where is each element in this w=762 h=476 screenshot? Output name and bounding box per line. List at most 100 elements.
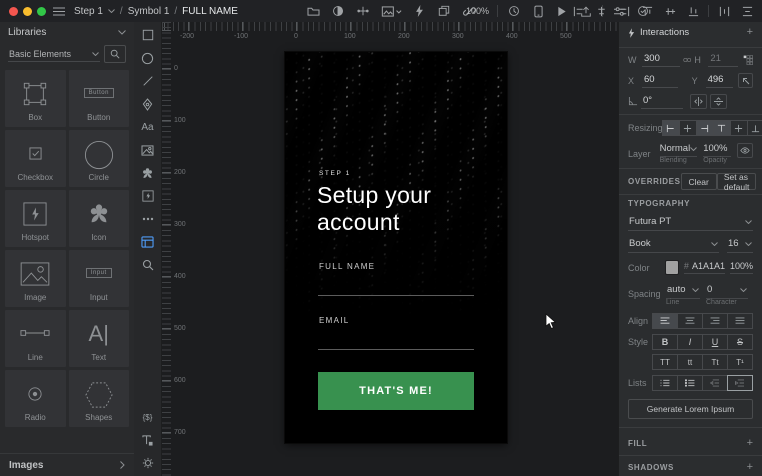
library-item-input[interactable]: Input Input <box>68 250 129 307</box>
rotation-input[interactable]: 0° <box>641 94 683 109</box>
align-right-icon[interactable] <box>616 3 632 19</box>
components-panel-icon[interactable] <box>139 234 157 250</box>
library-item-checkbox[interactable]: Checkbox <box>5 130 66 187</box>
line-spacing-select[interactable]: auto <box>666 282 700 299</box>
font-size-select[interactable]: 16 <box>727 236 753 253</box>
center-vertical-button[interactable] <box>729 120 748 136</box>
pin-top-button[interactable] <box>712 120 731 136</box>
align-top-icon[interactable] <box>639 3 655 19</box>
thats-me-button[interactable]: THAT'S ME! <box>318 372 474 410</box>
icons8-tool-icon[interactable] <box>139 165 157 181</box>
pin-right-button[interactable] <box>695 120 714 136</box>
close-window-button[interactable] <box>9 7 18 16</box>
libraries-header[interactable]: Libraries <box>0 22 134 43</box>
library-item-box[interactable]: Box <box>5 70 66 127</box>
library-item-line[interactable]: Line <box>5 310 66 367</box>
width-input[interactable]: 300 <box>642 52 680 67</box>
opacity-input[interactable]: 100% <box>703 143 731 157</box>
library-search-button[interactable] <box>104 45 126 63</box>
underline-button[interactable]: U <box>702 334 728 350</box>
constrain-proportions-icon[interactable] <box>683 57 692 63</box>
text-align-justify-button[interactable] <box>727 313 753 329</box>
flip-vertical-button[interactable] <box>710 94 727 109</box>
color-hex-input[interactable]: # A1A1A1 <box>683 261 725 274</box>
pin-left-button[interactable] <box>661 120 680 136</box>
align-middle-vertical-icon[interactable] <box>662 3 678 19</box>
design-tokens-icon[interactable]: {$} <box>139 409 157 425</box>
library-item-shapes[interactable]: Shapes <box>68 370 129 427</box>
blending-select[interactable]: Normal <box>659 143 698 157</box>
add-fill-icon[interactable]: + <box>747 438 753 449</box>
superscript-button[interactable]: T¹ <box>727 354 753 370</box>
align-bottom-icon[interactable] <box>685 3 701 19</box>
more-tools-icon[interactable] <box>139 211 157 227</box>
zoom-level[interactable]: 100% <box>466 6 489 16</box>
pin-bottom-button[interactable] <box>746 120 762 136</box>
minimize-window-button[interactable] <box>23 7 32 16</box>
add-shadow-icon[interactable]: + <box>747 462 753 473</box>
italic-button[interactable]: I <box>677 334 703 350</box>
search-tool-icon[interactable] <box>139 257 157 273</box>
image-tool-icon[interactable] <box>139 142 157 158</box>
library-item-radio[interactable]: Radio <box>5 370 66 427</box>
line-tool-icon[interactable] <box>139 73 157 89</box>
snap-crosshair-icon[interactable] <box>355 3 371 19</box>
rectangle-tool-icon[interactable] <box>139 27 157 43</box>
lowercase-button[interactable]: tt <box>677 354 703 370</box>
ellipse-tool-icon[interactable] <box>139 50 157 66</box>
center-horizontal-button[interactable] <box>678 120 697 136</box>
shadows-section-header[interactable]: SHADOWS + <box>619 456 762 476</box>
color-swatch[interactable] <box>664 260 679 275</box>
char-spacing-select[interactable]: 0 <box>706 282 748 299</box>
pen-tool-icon[interactable] <box>139 96 157 112</box>
increase-indent-button[interactable] <box>727 375 753 391</box>
image-fill-icon[interactable] <box>380 3 402 19</box>
anchor-grid-icon[interactable] <box>743 54 753 66</box>
folder-icon[interactable] <box>305 3 321 19</box>
strikethrough-button[interactable]: S <box>727 334 753 350</box>
duplicate-icon[interactable] <box>436 3 452 19</box>
contrast-icon[interactable] <box>330 3 346 19</box>
distribute-horizontal-icon[interactable] <box>716 3 732 19</box>
overrides-set-default-button[interactable]: Set as default <box>716 172 757 192</box>
x-input[interactable]: 60 <box>642 73 678 88</box>
library-item-hotspot[interactable]: Hotspot <box>5 190 66 247</box>
interactions-header[interactable]: Interactions + <box>619 22 762 43</box>
decrease-indent-button[interactable] <box>702 375 728 391</box>
settings-gear-icon[interactable] <box>139 455 157 471</box>
font-family-select[interactable]: Futura PT <box>628 214 753 231</box>
fill-section-header[interactable]: FILL + <box>619 432 762 455</box>
bullet-list-button[interactable] <box>677 375 703 391</box>
play-icon[interactable] <box>554 3 570 19</box>
distribute-vertical-icon[interactable] <box>739 3 755 19</box>
color-opacity-input[interactable]: 100% <box>729 261 753 274</box>
text-tool-icon[interactable]: Aa <box>139 119 157 135</box>
breadcrumb-page[interactable]: Step 1 <box>74 6 103 17</box>
text-align-center-button[interactable] <box>677 313 703 329</box>
flip-horizontal-button[interactable] <box>690 94 707 109</box>
add-interaction-icon[interactable]: + <box>747 27 753 38</box>
hotspot-tool-icon[interactable] <box>139 188 157 204</box>
numbered-list-button[interactable] <box>652 375 678 391</box>
library-item-image[interactable]: Image <box>5 250 66 307</box>
overrides-clear-button[interactable]: Clear <box>680 173 717 190</box>
align-center-horizontal-icon[interactable] <box>593 3 609 19</box>
font-weight-select[interactable]: Book <box>628 236 719 253</box>
canvas[interactable]: -200 -100 0 100 200 300 400 500 0 100 20… <box>162 22 618 476</box>
chevron-down-icon[interactable] <box>108 9 115 13</box>
maximize-window-button[interactable] <box>37 7 46 16</box>
main-menu-icon[interactable] <box>52 4 66 18</box>
history-icon[interactable] <box>506 3 522 19</box>
height-input[interactable]: 21 <box>708 52 738 67</box>
library-select[interactable]: Basic Elements <box>8 47 100 62</box>
text-align-left-button[interactable] <box>652 313 678 329</box>
visibility-toggle[interactable] <box>736 143 753 158</box>
library-item-text[interactable]: A| Text <box>68 310 129 367</box>
artboard[interactable]: STEP 1 Setup your account FULL NAME EMAI… <box>285 52 507 443</box>
edit-on-canvas-button[interactable] <box>738 73 754 88</box>
y-input[interactable]: 496 <box>705 73 734 88</box>
bold-button[interactable]: B <box>652 334 678 350</box>
titlecase-button[interactable]: Tt <box>702 354 728 370</box>
images-section-toggle[interactable]: Images <box>0 453 134 476</box>
align-left-icon[interactable] <box>570 3 586 19</box>
